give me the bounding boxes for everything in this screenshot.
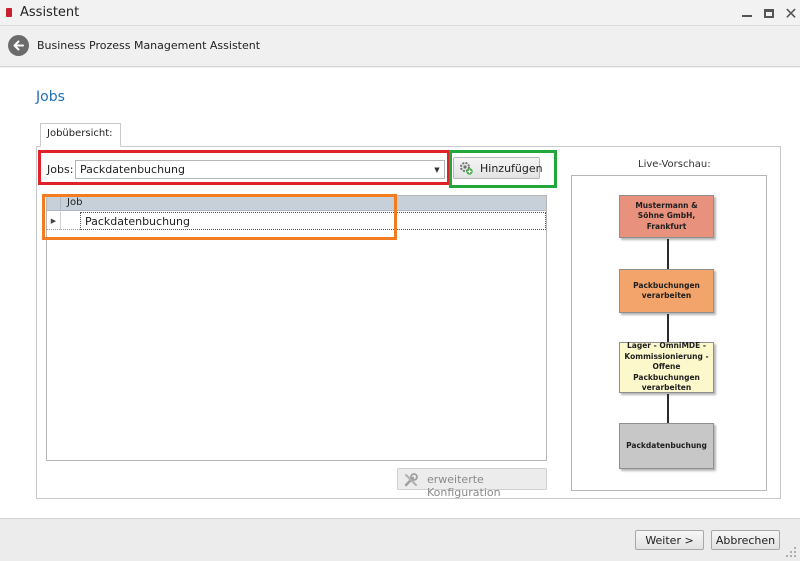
highlight-add-button [449,150,557,188]
preview-node: Lager - OmniMDE - Kommissionierung - Off… [619,341,714,393]
minimize-button[interactable] [737,3,757,23]
preview-title: Live-Vorschau: [638,159,711,170]
app-icon [6,8,12,17]
header-title: Business Prozess Management Assistent [37,39,261,52]
preview-connector [667,314,669,342]
advanced-config-label: erweiterte Konfiguration [427,473,501,499]
window-titlebar [0,0,800,26]
page-title: Jobs [36,89,65,105]
wizard-footer: Weiter > Abbrechen [0,518,800,561]
tab-label: Jobübersicht: [47,128,113,139]
main-content: Jobs Jobübersicht: Jobs: Packdatenbuchun… [0,68,800,518]
maximize-button[interactable] [759,3,779,23]
back-button[interactable] [8,35,29,56]
tab-job-overview[interactable]: Jobübersicht: [40,123,121,147]
wizard-header: Business Prozess Management Assistent [0,27,800,67]
cancel-button[interactable]: Abbrechen [711,530,780,550]
close-button[interactable]: ✕ [781,3,800,23]
minimize-icon [742,15,752,17]
highlight-grid-row [42,194,397,240]
window-title: Assistent [20,5,80,20]
close-icon: ✕ [784,3,798,23]
maximize-icon [764,8,774,18]
resize-grip-icon[interactable] [785,546,797,558]
highlight-jobs-select [38,150,450,185]
live-preview-panel: Mustermann & Söhne GmbH, Frankfurt Packb… [571,175,767,491]
next-button[interactable]: Weiter > [635,530,704,550]
advanced-config-button[interactable]: erweiterte Konfiguration [397,468,547,499]
preview-node: Packbuchungen verarbeiten [619,269,714,313]
preview-node: Mustermann & Söhne GmbH, Frankfurt [619,195,714,238]
arrow-left-icon [13,40,24,51]
preview-node: Packdatenbuchung [619,423,714,469]
tools-icon [404,473,418,487]
preview-connector [667,239,669,269]
preview-connector [667,394,669,423]
